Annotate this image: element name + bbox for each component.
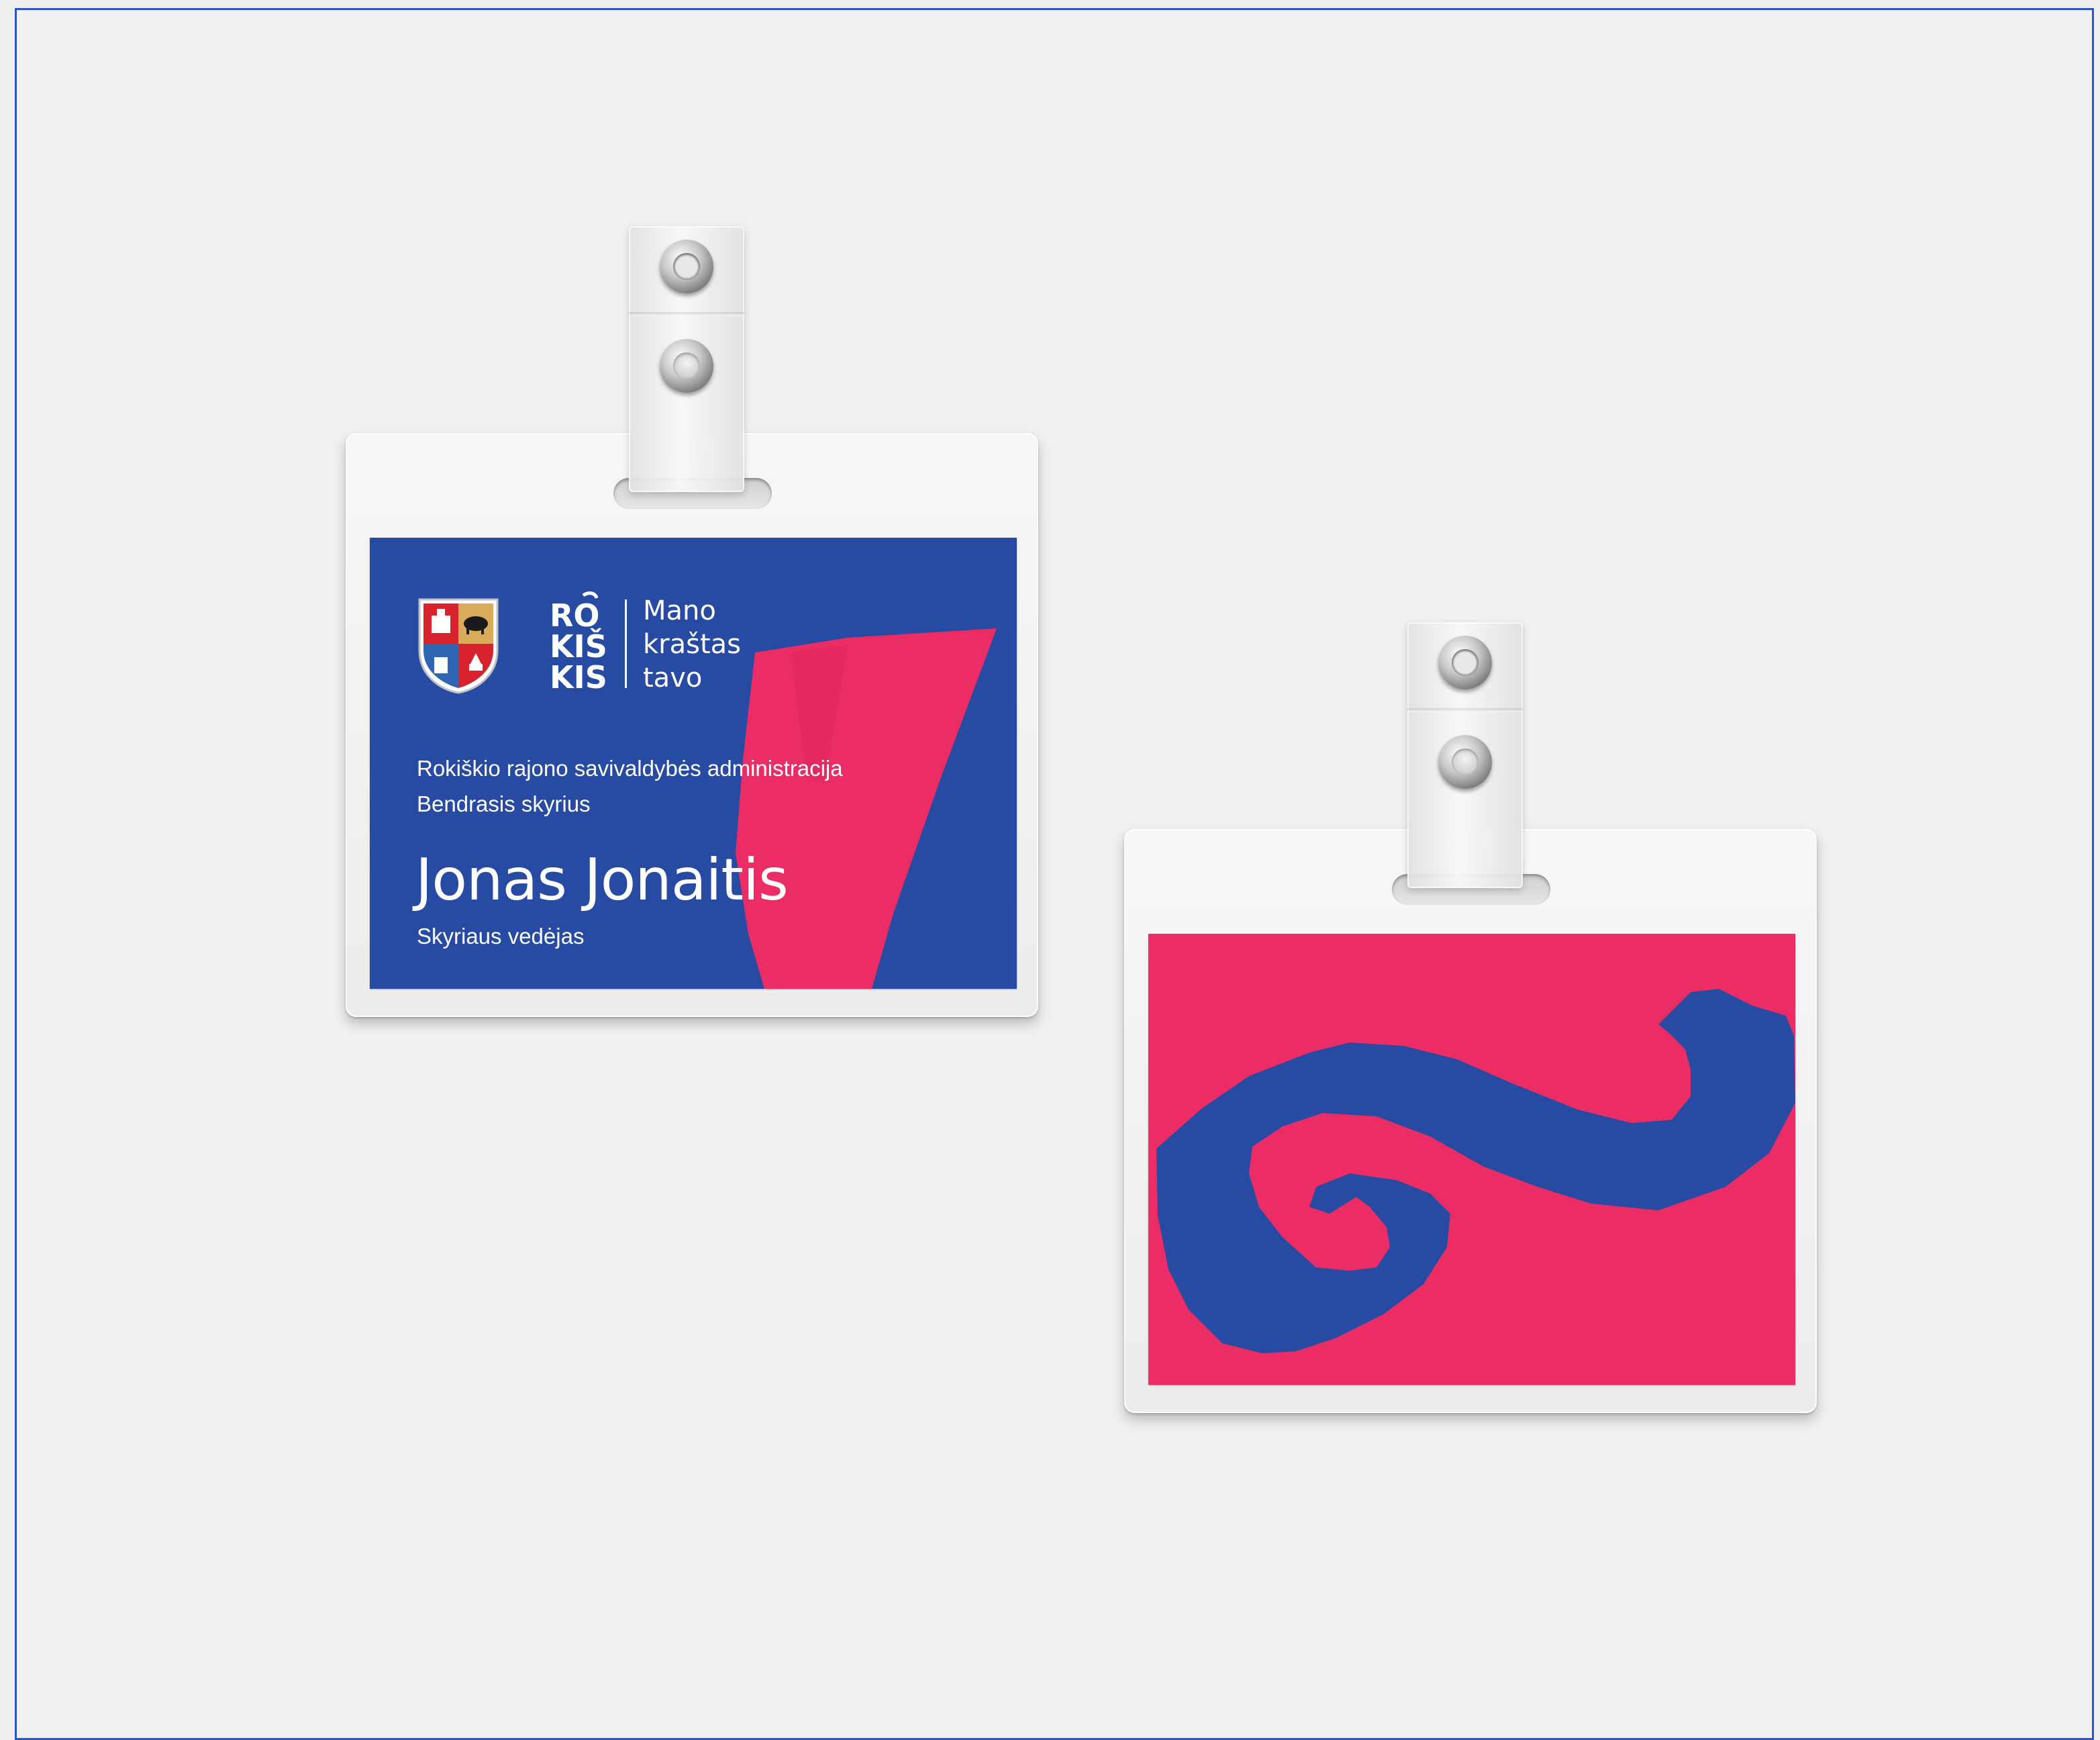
tagline-line-1: Mano	[643, 595, 716, 626]
person-name: Jonas Jonaitis	[415, 847, 789, 914]
svg-text:KIS: KIS	[550, 659, 607, 691]
clip-rivet-icon	[660, 339, 713, 393]
organization-name: Rokiškio rajono savivaldybės administrac…	[417, 756, 843, 781]
badge-clip-front	[629, 226, 744, 492]
logo-divider	[625, 599, 627, 688]
tagline-line-2: kraštas	[643, 629, 741, 660]
rokiskis-logo-icon: RO KIŠ KIS	[550, 591, 607, 691]
person-position: Skyriaus vedėjas	[417, 924, 585, 949]
badge-card-back	[1148, 934, 1795, 1385]
clip-fold	[1407, 708, 1523, 712]
clip-fold	[629, 312, 744, 316]
clip-rivet-icon	[1438, 735, 1492, 789]
badge-card-front: RO KIŠ KIS Mano kraštas tavo Rokiškio ra…	[370, 538, 1017, 989]
department-name: Bendrasis skyrius	[417, 791, 591, 816]
coat-of-arms-icon	[418, 598, 499, 694]
badge-clip-back	[1407, 622, 1523, 888]
tagline-line-3: tavo	[643, 663, 703, 693]
swirl-graphic	[1156, 989, 1795, 1353]
clip-rivet-icon	[660, 240, 713, 293]
clip-rivet-icon	[1438, 636, 1492, 689]
